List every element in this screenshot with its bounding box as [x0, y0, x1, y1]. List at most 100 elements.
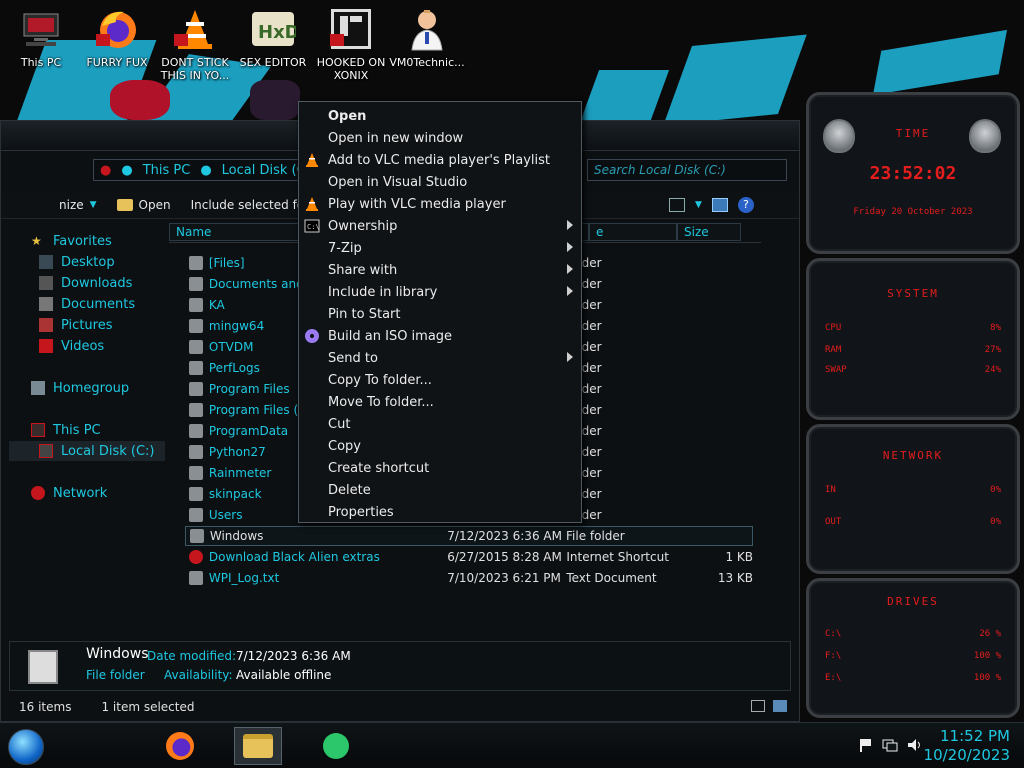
context-menu-item[interactable]: Delete — [299, 479, 581, 501]
breadcrumb-this-pc[interactable]: This PC — [143, 163, 191, 178]
network-tray-icon[interactable] — [882, 737, 898, 753]
context-menu-item[interactable]: Move To folder... — [299, 391, 581, 413]
desktop-icon-firefox[interactable]: FURRY FUX — [76, 6, 158, 69]
organize-button[interactable]: nize ▼ — [1, 198, 107, 212]
folder-icon — [189, 487, 203, 501]
context-menu-item[interactable]: Copy To folder... — [299, 369, 581, 391]
context-menu-item[interactable]: Open in Visual Studio — [299, 171, 581, 193]
file-type: folder — [566, 445, 602, 459]
file-row[interactable]: WPI_Log.txt 7/10/2023 6:21 PM Text Documen… — [185, 568, 753, 588]
preview-pane-icon[interactable] — [711, 198, 728, 212]
breadcrumb-separator-icon: ● — [200, 162, 212, 178]
details-availability-value: Available offline — [236, 668, 332, 682]
file-type: folder — [566, 382, 602, 396]
context-menu-label: Build an ISO image — [328, 328, 453, 344]
large-icons-view-icon[interactable] — [773, 700, 787, 712]
file-date: 7/12/2023 6:36 AM — [447, 529, 562, 543]
nav-videos[interactable]: Videos — [9, 336, 165, 356]
folder-icon — [189, 424, 203, 438]
text-file-icon — [189, 571, 203, 585]
desktop-icon-this-pc[interactable]: This PC — [0, 6, 82, 69]
file-row[interactable]: Download Black Alien extras 6/27/2015 8:2… — [185, 547, 753, 567]
chevron-down-icon[interactable]: ▼ — [695, 200, 702, 210]
file-type: folder — [566, 487, 602, 501]
context-menu-item[interactable]: Pin to Start — [299, 303, 581, 325]
folder-icon — [189, 361, 203, 375]
computer-icon — [18, 6, 64, 52]
context-menu-item[interactable]: Properties — [299, 501, 581, 523]
taskbar: 11:52 PM 10/20/2023 — [0, 722, 1024, 768]
videos-icon — [39, 339, 53, 353]
context-menu-item[interactable]: Build an ISO image — [299, 325, 581, 347]
context-menu-item[interactable]: Send to — [299, 347, 581, 369]
column-name[interactable]: Name — [169, 223, 299, 241]
file-row[interactable]: Windows 7/12/2023 6:36 AM File folder — [185, 526, 753, 546]
details-view-icon[interactable] — [751, 700, 765, 712]
submenu-arrow-icon — [567, 286, 573, 296]
context-menu-item[interactable]: Play with VLC media player — [299, 193, 581, 215]
nav-documents[interactable]: Documents — [9, 294, 165, 314]
file-type: File folder — [566, 529, 625, 543]
context-menu-item[interactable]: Add to VLC media player's Playlist — [299, 149, 581, 171]
nav-label: Favorites — [53, 233, 112, 249]
wallpaper-paint-stroke — [872, 29, 1008, 96]
context-menu-item[interactable]: Create shortcut — [299, 457, 581, 479]
gadget-row-label: OUT — [825, 517, 842, 527]
breadcrumb-local-disk[interactable]: Local Disk (C — [222, 163, 306, 178]
context-menu-item[interactable]: C:\ Ownership — [299, 215, 581, 237]
context-menu-item[interactable]: Open in new window — [299, 127, 581, 149]
folder-icon — [189, 340, 203, 354]
nav-network[interactable]: Network — [9, 483, 165, 503]
start-button[interactable] — [8, 729, 44, 765]
context-menu-label: Send to — [328, 350, 378, 366]
gadget-row-label: CPU — [825, 323, 842, 333]
desktop-icon-vlc[interactable]: DONT STICK THIS IN YO... — [154, 6, 236, 82]
search-input[interactable]: Search Local Disk (C:) — [587, 159, 787, 181]
nav-desktop[interactable]: Desktop — [9, 252, 165, 272]
column-type[interactable]: e — [589, 223, 677, 241]
nav-label: Pictures — [61, 317, 113, 333]
doctor-icon — [404, 6, 450, 52]
desktop-icon-hxd[interactable]: HxD SEX EDITOR — [232, 6, 314, 69]
nav-downloads[interactable]: Downloads — [9, 273, 165, 293]
folder-preview-icon — [28, 650, 58, 684]
system-row-swap: SWAP 24% — [825, 365, 1001, 379]
desktop-icon-vm0[interactable]: VM0Technic... — [386, 6, 468, 69]
star-icon: ★ — [31, 234, 42, 248]
flag-icon[interactable] — [858, 737, 874, 753]
nav-this-pc[interactable]: This PC — [9, 420, 165, 440]
context-menu-item[interactable]: Share with — [299, 259, 581, 281]
nav-label: Documents — [61, 296, 136, 312]
context-menu-item[interactable]: 7-Zip — [299, 237, 581, 259]
open-button[interactable]: Open — [107, 198, 181, 212]
context-menu-item[interactable]: Open — [299, 105, 581, 127]
folder-icon — [189, 256, 203, 270]
drives-gadget: DRIVES C:\ 26 % F:\ 100 % E:\ 100 % — [806, 578, 1020, 718]
taskbar-file-explorer[interactable] — [234, 727, 282, 765]
include-in-library-button[interactable]: Include selected fol — [181, 198, 318, 212]
taskbar-notes-app[interactable] — [312, 727, 360, 765]
selected-count: 1 item selected — [101, 700, 195, 714]
file-name: Windows — [209, 529, 264, 543]
column-size[interactable]: Size — [677, 223, 741, 241]
desktop-icon-xonix[interactable]: HOOKED ON XONIX — [310, 6, 392, 82]
open-label: Open — [138, 197, 171, 212]
drive-row-f: F:\ 100 % — [825, 651, 1001, 665]
context-menu-item[interactable]: Copy — [299, 435, 581, 457]
taskbar-clock[interactable]: 11:52 PM 10/20/2023 — [924, 727, 1010, 765]
nav-label: Network — [53, 485, 108, 501]
volume-icon[interactable] — [906, 737, 922, 753]
nav-homegroup[interactable]: Homegroup — [9, 378, 165, 398]
nav-pictures[interactable]: Pictures — [9, 315, 165, 335]
view-options-icon[interactable] — [669, 198, 685, 212]
help-icon[interactable]: ? — [737, 197, 754, 213]
context-menu-item[interactable]: Include in library — [299, 281, 581, 303]
system-row-ram: RAM 27% — [825, 345, 1001, 359]
taskbar-firefox[interactable] — [156, 727, 204, 765]
nav-favorites[interactable]: ★ Favorites — [9, 231, 165, 251]
wallpaper-paint-stroke — [663, 34, 807, 126]
file-type: folder — [566, 361, 602, 375]
submenu-arrow-icon — [567, 220, 573, 230]
nav-local-disk[interactable]: Local Disk (C:) — [9, 441, 165, 461]
context-menu-item[interactable]: Cut — [299, 413, 581, 435]
